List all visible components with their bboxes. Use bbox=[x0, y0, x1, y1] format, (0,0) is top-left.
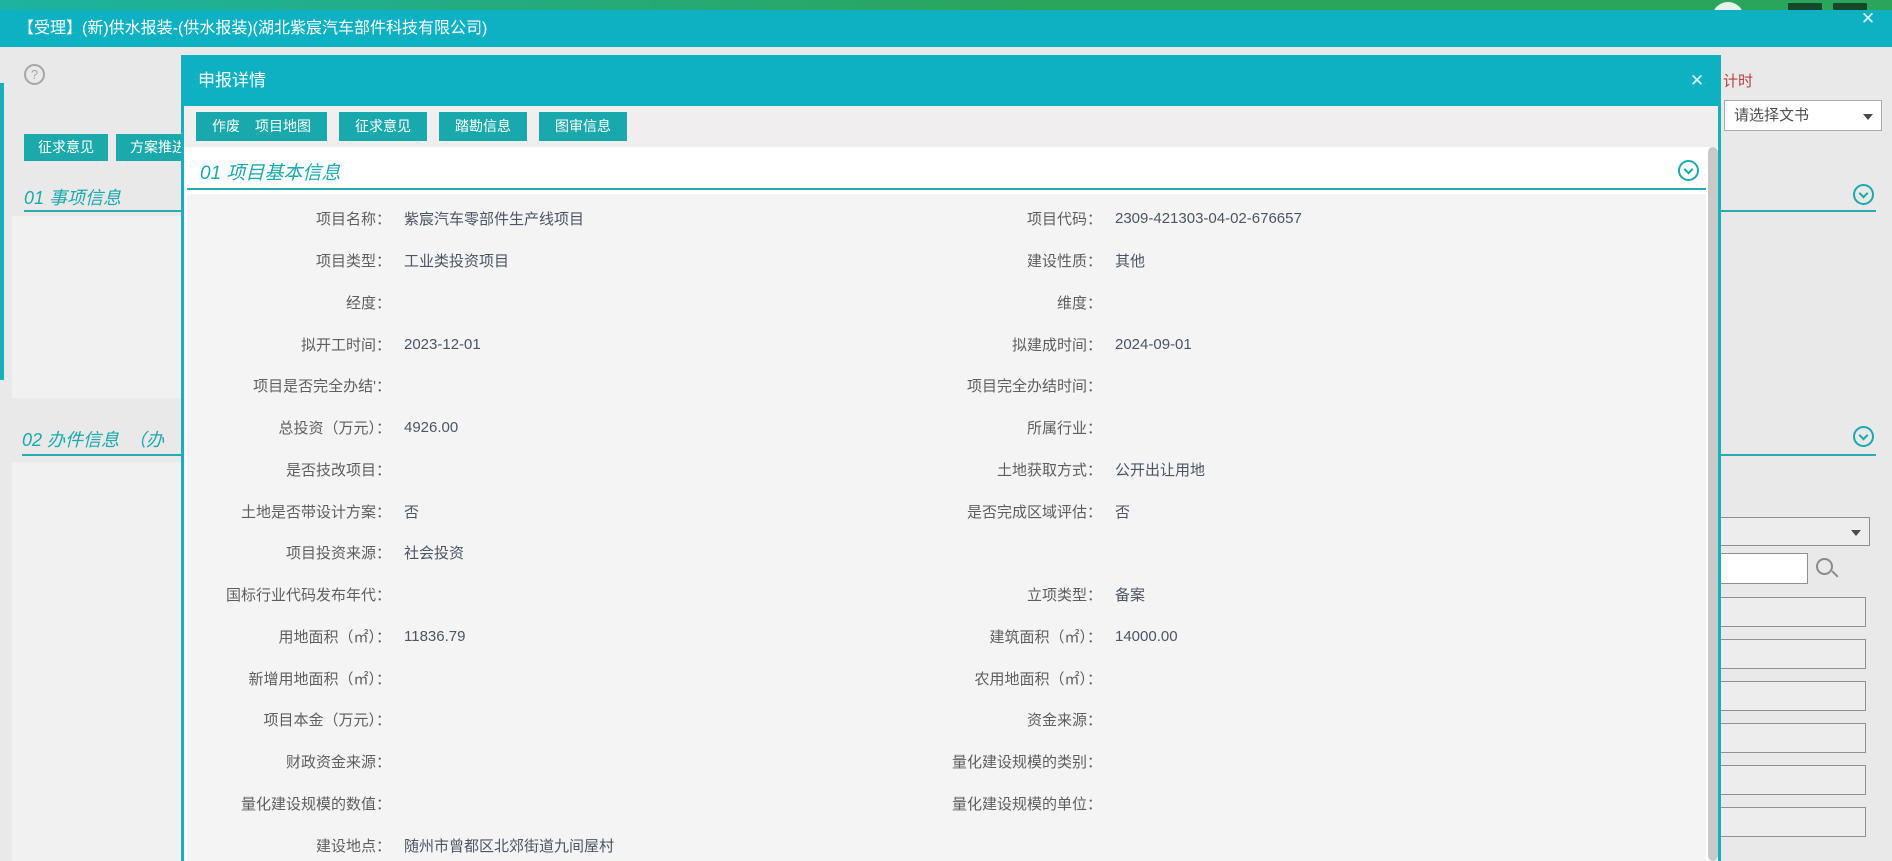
field-value: 2023-12-01 bbox=[391, 336, 767, 353]
field-value: 11836.79 bbox=[391, 628, 767, 645]
form-row: 财政资金来源： 量化建设规模的类别： bbox=[187, 741, 1706, 783]
modal-close-icon[interactable]: ✕ bbox=[1686, 70, 1708, 92]
form-row: 新增用地面积（㎡）： 农用地面积（㎡）： bbox=[187, 657, 1706, 699]
screen: 【受理】(新)供水报装-(供水报装)(湖北紫宸汽车部件科技有限公司) ✕ ? 征… bbox=[0, 0, 1892, 861]
field-value: 否 bbox=[391, 501, 767, 522]
form-row: 量化建设规模的数值： 量化建设规模的单位： bbox=[187, 783, 1706, 825]
field-label: 是否技改项目： bbox=[187, 459, 391, 480]
field-label: 建设地点： bbox=[187, 835, 391, 856]
form-row: 项目本金（万元）： 资金来源： bbox=[187, 699, 1706, 741]
modal-tab-4[interactable]: 踏勘信息 bbox=[439, 112, 527, 141]
field-value: 2309-421303-04-02-676657 bbox=[1102, 210, 1706, 227]
document-select[interactable]: 请选择文书 bbox=[1724, 100, 1882, 131]
declaration-detail-modal: 申报详情 ✕ 作废项目地图征求意见踏勘信息图审信息 01 项目基本信息 项目名称… bbox=[181, 55, 1721, 861]
field-label: 总投资（万元）： bbox=[187, 417, 391, 438]
field-value: 备案 bbox=[1102, 584, 1706, 605]
field-label: 项目本金（万元）： bbox=[187, 709, 391, 730]
field-value: 工业类投资项目 bbox=[391, 250, 767, 271]
field-label: 国标行业代码发布年代： bbox=[187, 584, 391, 605]
form-row: 总投资（万元）：4926.00所属行业： bbox=[187, 407, 1706, 449]
field-value: 否 bbox=[1102, 501, 1706, 522]
collapse-chevron-icon[interactable] bbox=[1853, 426, 1874, 447]
field-label: 财政资金来源： bbox=[187, 751, 391, 772]
field-value: 社会投资 bbox=[391, 542, 767, 563]
user-menu-fragment bbox=[1788, 3, 1822, 10]
field-label: 项目完全办结时间： bbox=[767, 375, 1102, 396]
form-row: 建设地点：随州市曾都区北郊街道九间屋村 bbox=[187, 824, 1706, 861]
project-basic-info-form: 项目名称：紫宸汽车零部件生产线项目项目代码：2309-421303-04-02-… bbox=[187, 194, 1706, 861]
form-row: 国标行业代码发布年代： 立项类型：备案 bbox=[187, 574, 1706, 616]
form-row: 经度： 维度： bbox=[187, 282, 1706, 324]
field-label: 项目名称： bbox=[187, 208, 391, 229]
field-label: 项目类型： bbox=[187, 250, 391, 271]
help-icon[interactable]: ? bbox=[24, 64, 45, 85]
field-label: 建筑面积（㎡）： bbox=[767, 626, 1102, 647]
form-row: 是否技改项目： 土地获取方式：公开出让用地 bbox=[187, 449, 1706, 491]
field-value: 随州市曾都区北郊街道九间屋村 bbox=[391, 835, 767, 856]
field-label: 是否完成区域评估： bbox=[767, 501, 1102, 522]
form-row: 用地面积（㎡）：11836.79建筑面积（㎡）：14000.00 bbox=[187, 616, 1706, 658]
field-value: 4926.00 bbox=[391, 419, 767, 436]
section-heading-case-info: 02 办件信息 （办 bbox=[22, 426, 164, 452]
window-titlebar: 【受理】(新)供水报装-(供水报装)(湖北紫宸汽车部件科技有限公司) bbox=[0, 10, 1892, 47]
field-value: 紫宸汽车零部件生产线项目 bbox=[391, 208, 767, 229]
user-avatar[interactable] bbox=[1712, 2, 1744, 10]
field-label: 量化建设规模的单位： bbox=[767, 793, 1102, 814]
form-row: 土地是否带设计方案：否是否完成区域评估：否 bbox=[187, 490, 1706, 532]
chevron-down-icon bbox=[1851, 530, 1861, 536]
modal-tab-2[interactable]: 项目地图 bbox=[239, 112, 327, 141]
field-label: 项目是否完全办结'： bbox=[187, 375, 391, 396]
collapse-chevron-icon[interactable] bbox=[1853, 184, 1874, 205]
field-label: 用地面积（㎡）： bbox=[187, 626, 391, 647]
browser-top-strip bbox=[0, 0, 1892, 10]
field-value: 14000.00 bbox=[1102, 628, 1706, 645]
field-label: 土地获取方式： bbox=[767, 459, 1102, 480]
field-label: 所属行业： bbox=[767, 417, 1102, 438]
field-value: 其他 bbox=[1102, 250, 1706, 271]
field-label: 量化建设规模的类别： bbox=[767, 751, 1102, 772]
field-label: 立项类型： bbox=[767, 584, 1102, 605]
field-label: 量化建设规模的数值： bbox=[187, 793, 391, 814]
field-label: 拟建成时间： bbox=[767, 334, 1102, 355]
field-label: 农用地面积（㎡）： bbox=[767, 668, 1102, 689]
page-left-accent bbox=[0, 83, 4, 380]
field-label: 土地是否带设计方案： bbox=[187, 501, 391, 522]
field-label: 经度： bbox=[187, 292, 391, 313]
collapse-chevron-icon[interactable] bbox=[1678, 160, 1699, 181]
project-basic-info-header: 01 项目基本信息 bbox=[187, 152, 1706, 190]
field-label: 拟开工时间： bbox=[187, 334, 391, 355]
modal-tab-3[interactable]: 征求意见 bbox=[339, 112, 427, 141]
project-basic-info-title: 01 项目基本信息 bbox=[200, 158, 340, 185]
form-row: 项目是否完全办结'： 项目完全办结时间： bbox=[187, 365, 1706, 407]
modal-title: 申报详情 bbox=[198, 55, 266, 106]
field-value: 2024-09-01 bbox=[1102, 336, 1706, 353]
form-row: 拟开工时间：2023-12-01拟建成时间：2024-09-01 bbox=[187, 323, 1706, 365]
form-row: 项目投资来源：社会投资 bbox=[187, 532, 1706, 574]
modal-tab-5[interactable]: 图审信息 bbox=[539, 112, 627, 141]
search-icon[interactable] bbox=[1816, 558, 1833, 575]
field-label: 建设性质： bbox=[767, 250, 1102, 271]
section-heading-matter-info: 01 事项信息 bbox=[24, 184, 121, 210]
field-label: 资金来源： bbox=[767, 709, 1102, 730]
form-row: 项目类型：工业类投资项目建设性质：其他 bbox=[187, 240, 1706, 282]
field-label: 维度： bbox=[767, 292, 1102, 313]
field-value: 公开出让用地 bbox=[1102, 459, 1706, 480]
window-close-icon[interactable]: ✕ bbox=[1858, 9, 1878, 29]
field-label: 项目代码： bbox=[767, 208, 1102, 229]
solicit-opinion-button[interactable]: 征求意见 bbox=[24, 134, 108, 161]
form-row: 项目名称：紫宸汽车零部件生产线项目项目代码：2309-421303-04-02-… bbox=[187, 198, 1706, 240]
window-title: 【受理】(新)供水报装-(供水报装)(湖北紫宸汽车部件科技有限公司) bbox=[18, 10, 487, 47]
field-label: 新增用地面积（㎡）： bbox=[187, 668, 391, 689]
document-select-value: 请选择文书 bbox=[1734, 107, 1809, 124]
field-label: 项目投资来源： bbox=[187, 542, 391, 563]
timer-label: 计时 bbox=[1723, 70, 1753, 91]
modal-header: 申报详情 ✕ bbox=[184, 55, 1718, 106]
chevron-down-icon bbox=[1863, 114, 1873, 120]
modal-scrollbar[interactable] bbox=[1708, 147, 1718, 861]
modal-tabstrip: 作废项目地图征求意见踏勘信息图审信息 bbox=[184, 106, 1718, 147]
